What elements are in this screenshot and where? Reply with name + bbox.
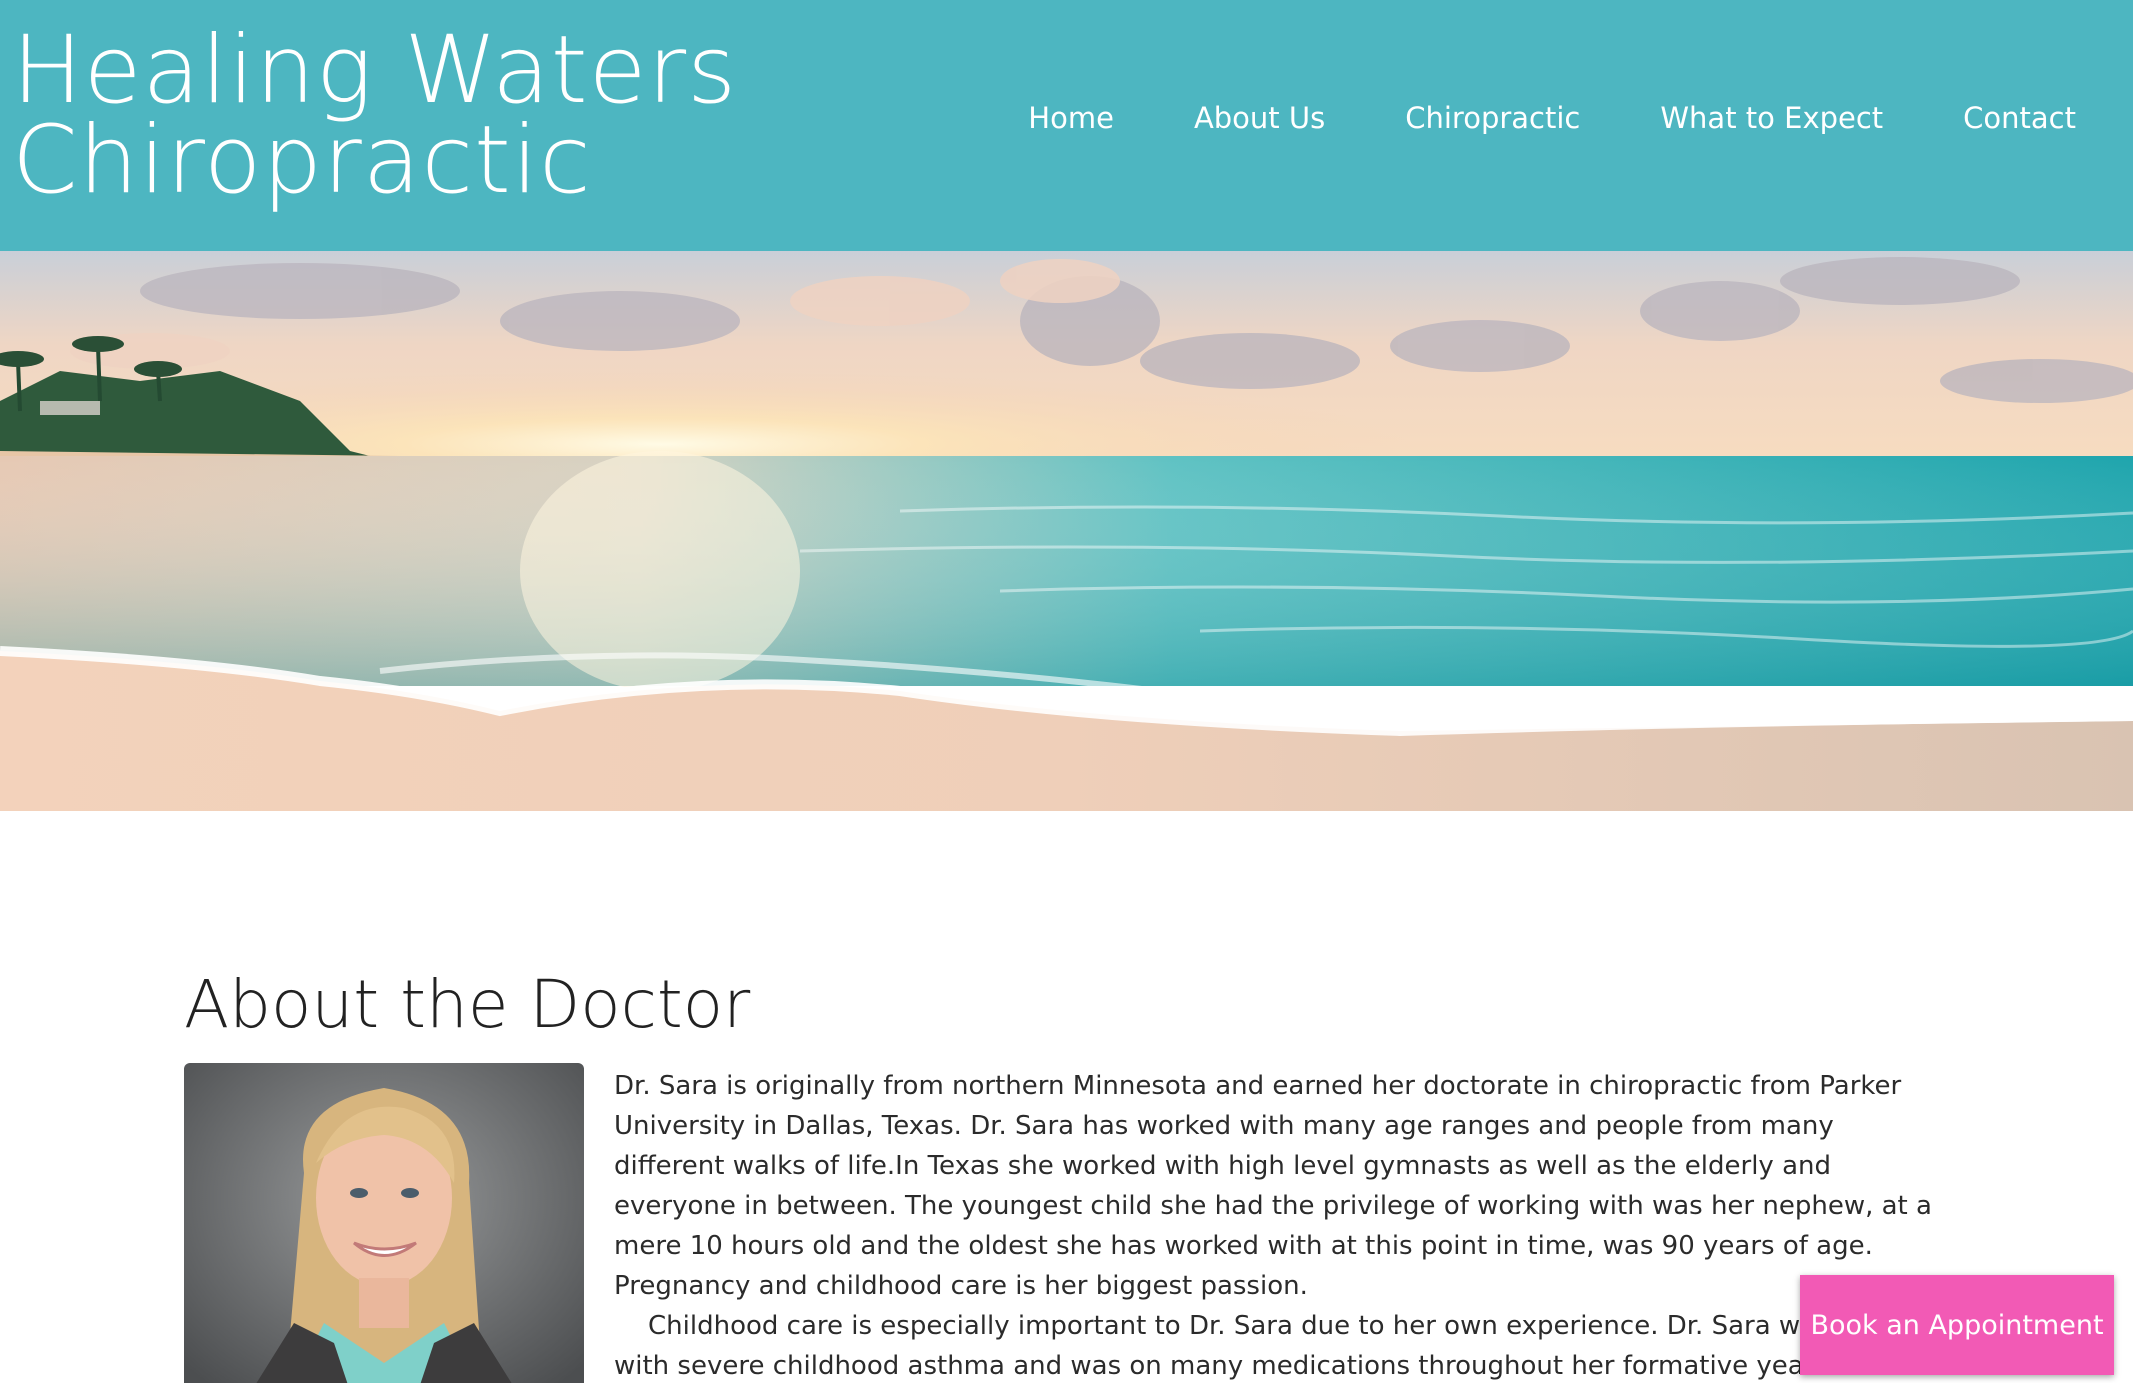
- doctor-portrait: [184, 1063, 584, 1383]
- site-logo[interactable]: Healing Waters Chiropractic: [12, 16, 738, 215]
- logo-line-2: Chiropractic: [12, 106, 592, 215]
- about-title: About the Doctor: [184, 966, 751, 1043]
- book-appointment-button[interactable]: Book an Appointment: [1800, 1275, 2114, 1375]
- site-header: Healing Waters Chiropractic Home About U…: [0, 0, 2133, 251]
- main-nav: Home About Us Chiropractic What to Expec…: [948, 101, 2076, 135]
- doctor-bio: Dr. Sara is originally from northern Min…: [614, 1066, 1944, 1383]
- hero-beach-image: [0, 251, 2133, 811]
- nav-about-us[interactable]: About Us: [1194, 101, 1325, 135]
- nav-chiropractic[interactable]: Chiropractic: [1405, 101, 1580, 135]
- bio-paragraph-2-line-1: Childhood care is especially important t…: [648, 1311, 1862, 1341]
- logo-line-1: Healing Waters: [12, 16, 738, 125]
- page: Healing Waters Chiropractic Home About U…: [0, 0, 2133, 1383]
- nav-home[interactable]: Home: [1028, 101, 1114, 135]
- bio-paragraph-2-line-2: with severe childhood asthma and was on …: [614, 1351, 1871, 1381]
- bio-paragraph-1: Dr. Sara is originally from northern Min…: [614, 1071, 1932, 1301]
- nav-what-to-expect[interactable]: What to Expect: [1660, 101, 1883, 135]
- beach-sunset-illustration: [0, 251, 2133, 811]
- portrait-illustration: [184, 1063, 584, 1383]
- nav-contact[interactable]: Contact: [1963, 101, 2076, 135]
